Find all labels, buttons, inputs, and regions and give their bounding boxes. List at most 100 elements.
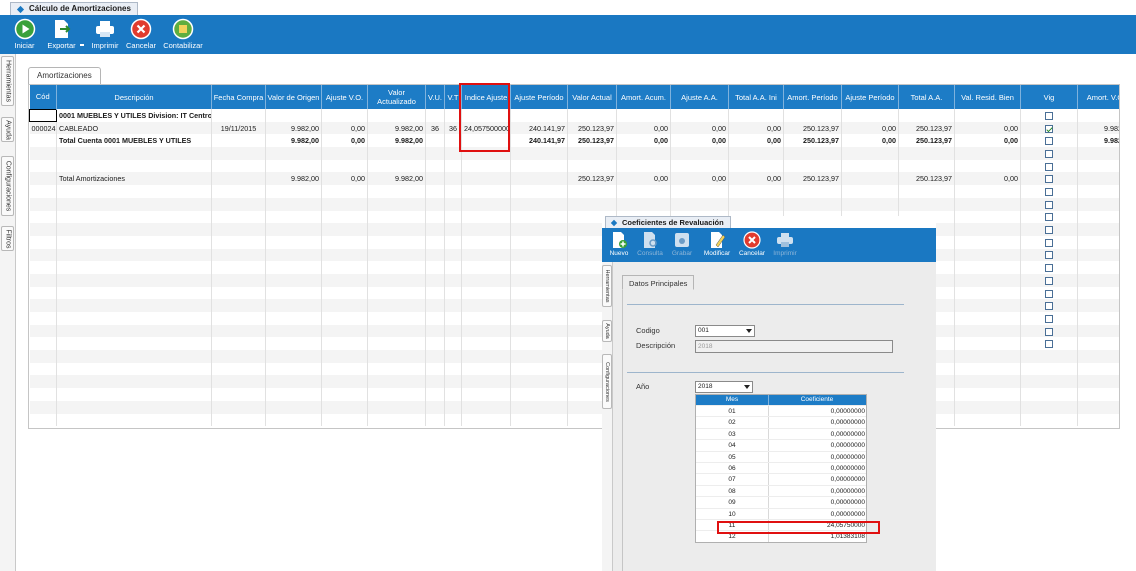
vig-checkbox-cell[interactable]: [1020, 286, 1078, 300]
table-row[interactable]: [29, 400, 1119, 414]
nuevo-button[interactable]: Nuevo: [608, 231, 630, 257]
grabar-button[interactable]: Grabar: [671, 231, 693, 257]
vig-checkbox-cell[interactable]: [1020, 312, 1078, 325]
table-row[interactable]: [29, 299, 1119, 312]
vig-checkbox[interactable]: [1045, 264, 1053, 273]
cancelar-button[interactable]: Cancelar: [126, 18, 156, 50]
grid-col-header[interactable]: Cód: [29, 85, 57, 109]
grid-col-header[interactable]: Ajuste Período: [841, 85, 899, 109]
vig-checkbox-cell[interactable]: [1020, 134, 1078, 148]
table-row[interactable]: [29, 312, 1119, 325]
table-row[interactable]: [29, 261, 1119, 274]
vig-checkbox-cell[interactable]: [1020, 350, 1078, 363]
table-row[interactable]: [29, 210, 1119, 224]
coef-row[interactable]: 11 24,05750000: [696, 518, 866, 531]
vig-checkbox-cell[interactable]: [1020, 223, 1078, 236]
anio-select[interactable]: 2018: [695, 381, 753, 393]
table-row[interactable]: [29, 159, 1119, 173]
vig-checkbox[interactable]: [1045, 200, 1053, 209]
vig-checkbox[interactable]: [1045, 175, 1053, 184]
vig-checkbox[interactable]: [1045, 276, 1053, 285]
vig-checkbox-cell[interactable]: [1020, 121, 1078, 135]
grid-col-header[interactable]: V.U.: [425, 85, 445, 109]
vig-checkbox-cell[interactable]: [1020, 388, 1078, 401]
vig-checkbox[interactable]: [1045, 327, 1053, 336]
vig-checkbox-cell[interactable]: [1020, 337, 1078, 351]
vig-checkbox-cell[interactable]: [1020, 261, 1078, 274]
coef-row[interactable]: 01 0,00000000: [696, 405, 866, 417]
exportar-button[interactable]: Exportar: [45, 18, 78, 50]
table-row[interactable]: 0001 MUEBLES Y UTILES Division: IT Centr…: [29, 108, 1119, 123]
grid-col-header[interactable]: Ajuste Período: [510, 85, 568, 109]
window-tab[interactable]: Cálculo de Amortizaciones: [10, 2, 138, 15]
vig-checkbox-cell[interactable]: [1020, 400, 1078, 414]
grid-col-header[interactable]: Amort. Acum.: [616, 85, 671, 109]
vig-checkbox-cell[interactable]: [1020, 159, 1078, 173]
grid-col-header[interactable]: Total A.A. Ini: [728, 85, 784, 109]
col-header-mes[interactable]: Mes: [696, 395, 769, 405]
vig-checkbox[interactable]: [1045, 302, 1053, 311]
table-row[interactable]: [29, 235, 1119, 249]
coef-row[interactable]: 03 0,00000000: [696, 427, 866, 440]
table-row[interactable]: Total Cuenta 0001 MUEBLES Y UTILES 9.982,…: [29, 134, 1119, 148]
grid-col-header[interactable]: V.T: [444, 85, 462, 109]
descripcion-field[interactable]: 2018: [695, 340, 893, 353]
vig-checkbox-cell[interactable]: [1020, 147, 1078, 160]
dialog-side-tab-ayuda[interactable]: Ayuda: [602, 320, 612, 342]
coef-row[interactable]: 12 1,01383108: [696, 530, 866, 542]
dialog-title-tab[interactable]: Coeficientes de Revaluación: [605, 216, 731, 228]
vig-checkbox[interactable]: [1045, 213, 1053, 222]
table-row[interactable]: [29, 388, 1119, 401]
coef-row[interactable]: 06 0,00000000: [696, 461, 866, 474]
tab-datos-principales[interactable]: Datos Principales: [622, 275, 695, 290]
table-row[interactable]: [29, 350, 1119, 363]
coef-row[interactable]: 10 0,00000000: [696, 507, 866, 519]
table-row[interactable]: [29, 223, 1119, 236]
table-row[interactable]: [29, 413, 1119, 427]
dialog-cancelar-button[interactable]: Cancelar: [737, 231, 767, 257]
grid-col-header[interactable]: Val. Resid. Bien: [954, 85, 1021, 109]
vig-checkbox[interactable]: [1045, 340, 1053, 349]
table-row[interactable]: [29, 362, 1119, 376]
vig-checkbox-cell[interactable]: [1020, 109, 1078, 122]
tab-amortizaciones[interactable]: Amortizaciones: [28, 67, 101, 84]
table-row[interactable]: [29, 273, 1119, 287]
grid-col-header[interactable]: Ajuste V.O.: [321, 85, 368, 109]
dialog-side-tab-herramientas[interactable]: Herramientas: [602, 265, 612, 307]
grid-col-header[interactable]: Vig: [1020, 85, 1078, 109]
vig-checkbox[interactable]: [1045, 251, 1053, 260]
iniciar-button[interactable]: Iniciar: [12, 18, 37, 50]
coef-row[interactable]: 02 0,00000000: [696, 416, 866, 428]
side-tab-herramientas[interactable]: Herramientas: [1, 56, 14, 106]
vig-checkbox-cell[interactable]: [1020, 324, 1078, 338]
coeficientes-table[interactable]: Mes Coeficiente 01 0,00000000 02 0,00000000…: [695, 394, 867, 543]
vig-checkbox[interactable]: [1045, 111, 1053, 120]
vig-checkbox-cell[interactable]: [1020, 299, 1078, 312]
vig-checkbox-cell[interactable]: [1020, 197, 1078, 211]
vig-checkbox[interactable]: [1045, 226, 1053, 235]
coef-row[interactable]: 09 0,00000000: [696, 496, 866, 508]
vig-checkbox-cell[interactable]: [1020, 235, 1078, 249]
table-row[interactable]: [29, 337, 1119, 351]
col-header-coeficiente[interactable]: Coeficiente: [769, 395, 866, 405]
side-tab-configuraciones[interactable]: Configuraciones: [1, 156, 14, 216]
side-tab-filtros[interactable]: Filtros: [1, 226, 14, 251]
vig-checkbox-cell[interactable]: [1020, 413, 1078, 427]
amortizaciones-grid[interactable]: Cód Descripción Fecha Compra Valor de Orige…: [28, 84, 1120, 429]
table-row[interactable]: Total Amortizaciones 9.982,00 0,00 9.982,00…: [29, 172, 1119, 186]
vig-checkbox[interactable]: [1045, 238, 1053, 247]
grid-col-header[interactable]: Fecha Compra: [211, 85, 266, 109]
modificar-button[interactable]: Modificar: [702, 231, 732, 257]
codigo-select[interactable]: 001: [695, 325, 755, 337]
grid-col-header[interactable]: Ajuste A.A.: [670, 85, 729, 109]
dialog-side-tab-configuraciones[interactable]: Configuraciones: [602, 354, 612, 409]
vig-checkbox[interactable]: [1045, 188, 1053, 197]
vig-checkbox-cell[interactable]: [1020, 172, 1078, 186]
table-row[interactable]: [29, 286, 1119, 300]
table-row[interactable]: [29, 248, 1119, 262]
coef-row[interactable]: 07 0,00000000: [696, 473, 866, 485]
contabilizar-button[interactable]: Contabilizar: [162, 18, 204, 50]
grid-col-header[interactable]: Amort. V.O.: [1077, 85, 1119, 109]
grid-col-header[interactable]: Amort. Período: [783, 85, 842, 109]
vig-checkbox[interactable]: [1045, 289, 1053, 298]
